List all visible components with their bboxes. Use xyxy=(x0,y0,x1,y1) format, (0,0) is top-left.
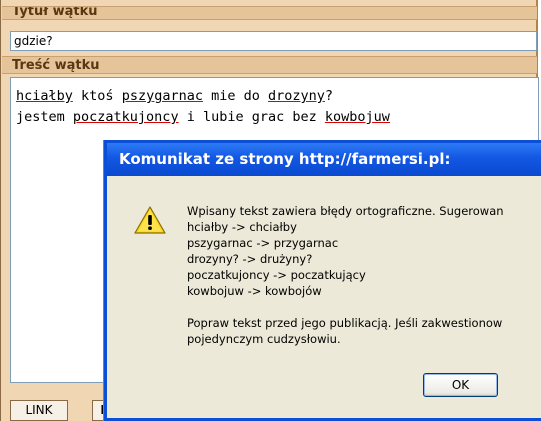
misspelled-word: drozyny xyxy=(268,88,325,104)
thread-title-input[interactable]: gdzie? xyxy=(10,31,537,51)
link-button[interactable]: LINK xyxy=(10,400,68,421)
spellcheck-alert-dialog: Komunikat ze strony http://farmersi.pl: … xyxy=(104,140,541,421)
dialog-message-line: hciałby -> chciałby xyxy=(187,220,297,234)
warning-icon xyxy=(133,205,167,235)
dialog-message-line: pojedynczym cudzysłowiu. xyxy=(187,332,341,346)
dialog-title: Komunikat ze strony http://farmersi.pl: xyxy=(107,143,541,176)
ok-button[interactable]: OK xyxy=(423,373,498,397)
content-text: ? xyxy=(324,88,334,104)
content-text: ktoś xyxy=(81,88,114,104)
thread-content-label: Treść wątku xyxy=(2,56,537,74)
misspelled-word: pszygarnac xyxy=(121,88,203,104)
misspelled-word: kowbojuw xyxy=(324,109,390,125)
dialog-message-line: Popraw tekst przed jego publikacją. Jeśl… xyxy=(187,316,503,330)
content-text: i lubie grac bez xyxy=(178,109,325,125)
content-line: hciałby ktoś pszygarnac mie do drozyny? xyxy=(16,86,533,107)
content-text: jestem xyxy=(16,109,73,125)
misspelled-word: hciałby xyxy=(16,88,73,104)
content-text xyxy=(73,88,81,104)
dialog-message-gap xyxy=(187,299,541,315)
dialog-message-line: Wpisany tekst zawiera błędy ortograficzn… xyxy=(187,204,504,218)
content-text: mie do xyxy=(202,88,269,104)
content-line: jestem poczatkujoncy i lubie grac bez ko… xyxy=(16,107,533,128)
dialog-message-line: pszygarnac -> przygarnac xyxy=(187,236,339,250)
dialog-message: Wpisany tekst zawiera błędy ortograficzn… xyxy=(187,203,541,347)
dialog-message-line: drozyny? -> drużyny? xyxy=(187,252,313,266)
dialog-message-line: poczatkujoncy -> poczatkujący xyxy=(187,268,366,282)
dialog-message-line: kowbojuw -> kowbojów xyxy=(187,284,322,298)
thread-title-label: Tytuł wątku xyxy=(2,6,537,20)
misspelled-word: poczatkujoncy xyxy=(72,109,179,125)
content-text xyxy=(114,88,122,104)
